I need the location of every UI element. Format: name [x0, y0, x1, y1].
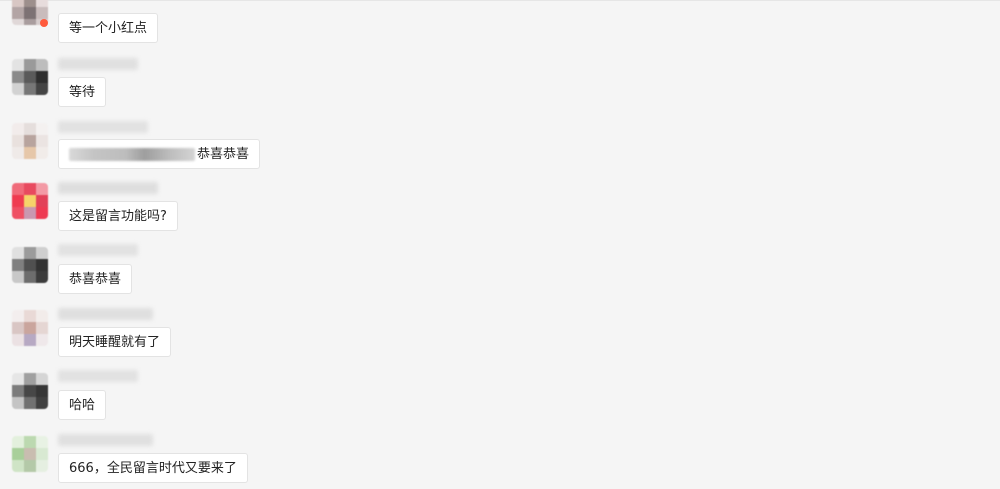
message-text: 等一个小红点: [69, 21, 148, 36]
message-item: 等待: [0, 57, 1000, 119]
user-avatar[interactable]: [12, 123, 48, 159]
message-bubble: 明天睡醒就有了: [58, 327, 172, 357]
message-item: 哈哈: [0, 369, 1000, 431]
message-bubble: 等待: [58, 77, 107, 107]
message-bubble: 等一个小红点: [58, 13, 159, 43]
user-nickname: [58, 58, 138, 70]
message-item: 这是留言功能吗?: [0, 181, 1000, 243]
message-bubble: 恭喜恭喜: [58, 264, 133, 294]
user-avatar[interactable]: [12, 247, 48, 283]
message-bubble: 这是留言功能吗?: [58, 201, 178, 231]
message-text: 哈哈: [69, 398, 96, 413]
user-avatar[interactable]: [12, 310, 48, 346]
user-nickname: [58, 308, 153, 320]
user-nickname: [58, 370, 138, 382]
message-bubble: 666，全民留言时代又要来了: [58, 453, 248, 483]
message-item: 等一个小红点: [0, 0, 1000, 57]
chat-message-list: 等一个小红点 等待 恭喜恭喜 这是留言功能吗? 恭喜恭喜 明天睡醒就有了 哈哈 …: [0, 0, 1000, 489]
redacted-text: [69, 148, 195, 161]
user-nickname: [58, 244, 138, 256]
message-item: 明天睡醒就有了: [0, 306, 1000, 368]
user-avatar[interactable]: [12, 183, 48, 219]
user-avatar[interactable]: [12, 373, 48, 409]
message-text: 明天睡醒就有了: [69, 335, 161, 350]
message-item: 恭喜恭喜: [0, 243, 1000, 305]
message-bubble: 哈哈: [58, 390, 107, 420]
user-nickname: [58, 182, 158, 194]
message-item: 恭喜恭喜: [0, 119, 1000, 181]
user-nickname: [58, 434, 153, 446]
user-nickname: [58, 121, 148, 133]
user-avatar[interactable]: [12, 59, 48, 95]
message-text: 666，全民留言时代又要来了: [69, 461, 237, 476]
notification-dot-icon: [40, 19, 48, 27]
user-avatar[interactable]: [12, 436, 48, 472]
message-item: 666，全民留言时代又要来了: [0, 432, 1000, 489]
message-text: 恭喜恭喜: [197, 147, 250, 162]
message-text: 这是留言功能吗?: [69, 209, 167, 224]
message-text: 等待: [69, 85, 96, 100]
message-bubble: 恭喜恭喜: [58, 139, 261, 169]
message-text: 恭喜恭喜: [69, 272, 122, 287]
